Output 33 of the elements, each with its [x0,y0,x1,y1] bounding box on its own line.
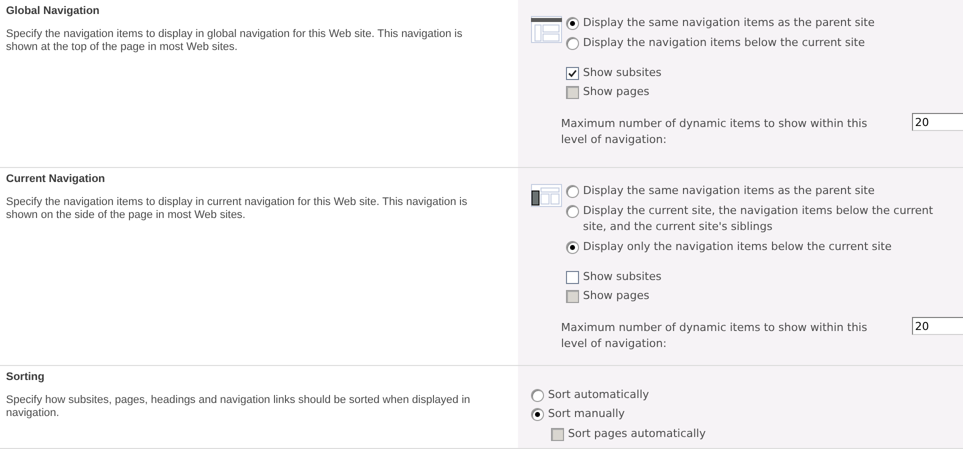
max-items-field[interactable]: 20 [912,317,963,335]
max-items-field[interactable]: 20 [912,113,963,131]
max-items-label: Maximum number of dynamic items to show within this level of navigation: [561,116,868,148]
option-label: Show pages [583,288,650,304]
section-description: Specify how subsites, pages, headings and navigation links should be sorted when displayed in navigation. [6,394,472,420]
checkbox[interactable] [566,271,579,284]
section-title: Sorting [6,371,46,384]
option-label: Show pages [583,84,650,100]
radio-button[interactable] [531,408,544,421]
option-label: Display the navigation items below the current site [583,35,865,51]
option-label: Show subsites [583,269,662,285]
option-label: Sort manually [548,406,625,422]
option-label: Display the same navigation items as the parent site [583,183,875,199]
checkbox[interactable] [566,67,579,80]
radio-button[interactable] [531,389,544,402]
top-navigation-icon [531,16,562,43]
max-items-label: Maximum number of dynamic items to show within this level of navigation: [561,320,868,352]
option-label: Sort pages automatically [568,426,706,442]
option-label: Sort automatically [548,387,650,403]
radio-button[interactable] [566,17,579,30]
option-label: Show subsites [583,65,662,81]
option-label: Display the same navigation items as the parent site [583,15,875,31]
radio-button[interactable] [566,205,579,218]
radio-button[interactable] [566,37,579,50]
option-label: Display only the navigation items below the current site [583,239,892,255]
section-title: Current Navigation [6,173,106,186]
section-title: Global Navigation [6,5,101,18]
section-description: Specify the navigation items to display in current navigation for this Web site. This navigation is shown on the side of the page in most Web sites. [6,196,468,222]
side-navigation-icon [531,184,562,207]
radio-button[interactable] [566,241,579,254]
option-label: Display the current site, the navigation items below the current site, and the current site's siblings [583,203,934,235]
radio-button[interactable] [566,185,579,198]
section-description: Specify the navigation items to display in global navigation for this Web site. This navigation is shown at the top of the page in most Web sites. [6,28,464,54]
